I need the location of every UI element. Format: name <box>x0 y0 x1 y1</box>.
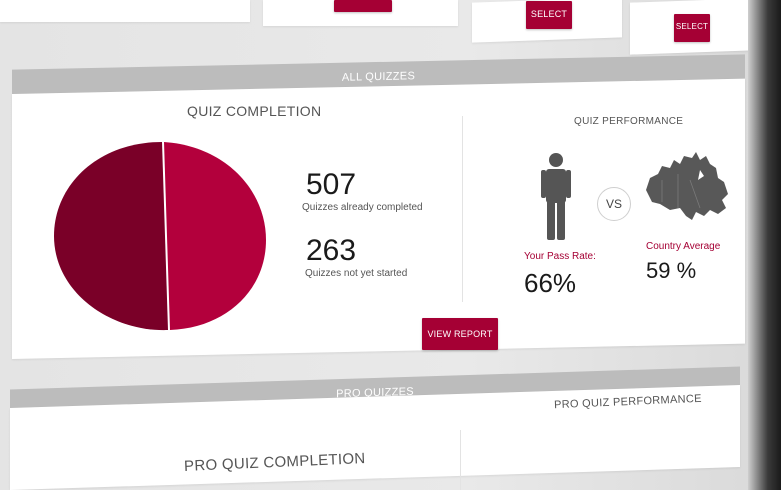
completed-label: Quizzes already completed <box>302 202 423 213</box>
country-average-value: 59 % <box>646 258 697 283</box>
pie-slice-completed <box>164 142 266 330</box>
completed-count: 507 <box>306 168 357 201</box>
panel-divider <box>462 116 463 302</box>
select-button[interactable]: SELECT <box>674 14 710 42</box>
not-started-label: Quizzes not yet started <box>305 268 408 279</box>
vs-badge: VS <box>597 187 631 221</box>
country-average-label: Country Average <box>646 241 721 252</box>
top-card-left <box>0 0 250 22</box>
not-started-count: 263 <box>306 234 357 267</box>
all-quizzes-label: ALL QUIZZES <box>341 70 416 84</box>
monitor-bezel-edge <box>748 0 781 490</box>
your-pass-rate-value: 66% <box>524 268 577 298</box>
quiz-performance-title: QUIZ PERFORMANCE <box>574 116 684 127</box>
your-pass-rate-label: Your Pass Rate: <box>524 251 596 262</box>
quiz-completion-title: QUIZ COMPLETION <box>187 103 322 119</box>
view-report-button[interactable]: VIEW REPORT <box>422 318 498 350</box>
select-button[interactable]: SELECT <box>526 1 572 29</box>
pro-panel-divider <box>460 430 461 490</box>
canada-map-icon <box>646 152 728 220</box>
vs-label: VS <box>605 197 622 211</box>
select-button-partial[interactable] <box>334 0 392 12</box>
person-icon <box>541 153 571 240</box>
dashboard-screen: SELECT SELECT ALL QUIZZES QUIZ COMPLETIO… <box>0 0 781 490</box>
pie-slice-not-started <box>54 142 168 331</box>
completion-pie-chart <box>54 142 266 331</box>
